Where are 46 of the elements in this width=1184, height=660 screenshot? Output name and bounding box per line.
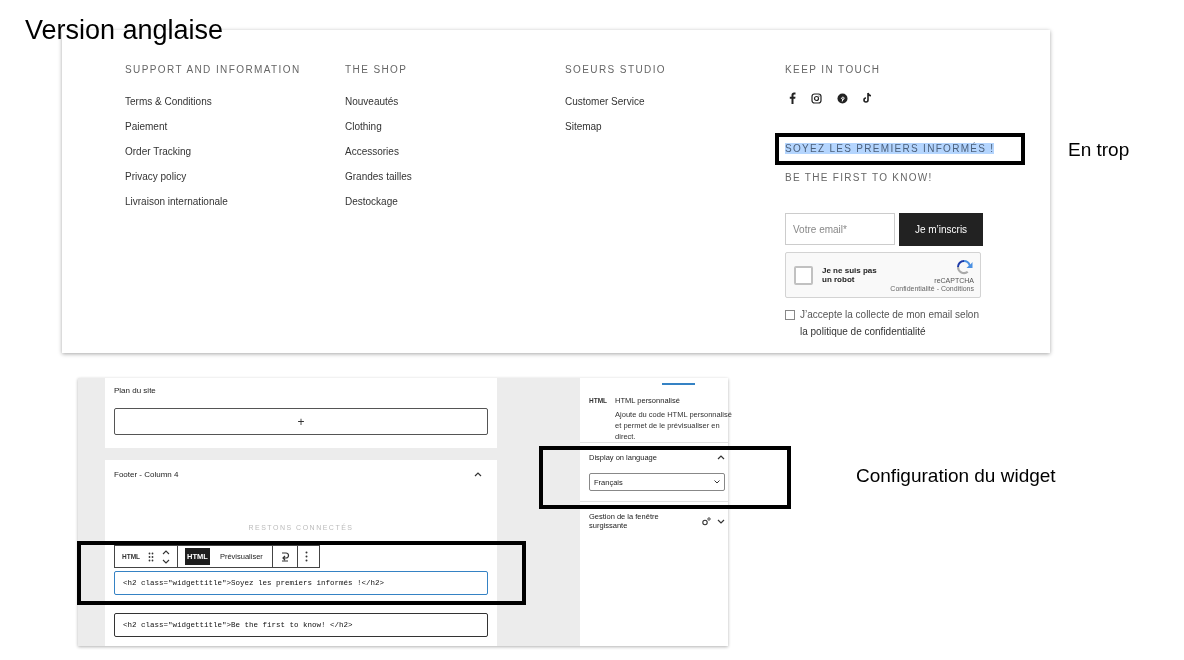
column-heading: SUPPORT AND INFORMATION (125, 64, 301, 75)
annotation-label: En trop (1068, 139, 1130, 161)
more-options-icon[interactable] (304, 551, 308, 562)
footer-link[interactable]: Paiement (125, 114, 168, 139)
footer-link[interactable]: Terms & Conditions (125, 89, 212, 114)
chevron-icon[interactable] (717, 518, 725, 524)
transform-icon[interactable] (279, 550, 290, 563)
tiktok-icon[interactable] (863, 92, 873, 104)
consent-text: J’accepte la collecte de mon email selon (800, 309, 979, 320)
captcha-label: Je ne suis pas un robot (822, 266, 878, 284)
page-title: Version anglaise (25, 14, 224, 47)
footer-link[interactable]: Nouveautés (345, 89, 399, 114)
gear-icon[interactable] (701, 516, 711, 526)
privacy-link[interactable]: la politique de confidentialité (800, 326, 926, 337)
consent-checkbox[interactable] (785, 309, 795, 320)
footer-link[interactable]: Clothing (345, 114, 382, 139)
column-heading: THE SHOP (345, 64, 408, 75)
footer-link[interactable]: Destockage (345, 189, 398, 214)
footer-link[interactable]: Order Tracking (125, 139, 192, 164)
footer-link[interactable]: Accessories (345, 139, 399, 164)
add-block-button[interactable]: + (114, 408, 488, 435)
column-heading: SOEURS STUDIO (565, 64, 666, 75)
recaptcha-logo-icon (954, 258, 974, 276)
email-field[interactable]: Votre email* (785, 213, 895, 245)
subscribe-button[interactable]: Je m’inscris (899, 213, 983, 246)
column-heading: KEEP IN TOUCH (785, 64, 881, 75)
footer-link[interactable]: Privacy policy (125, 164, 187, 189)
chevron-icon[interactable] (474, 472, 482, 477)
footer-link[interactable]: Customer Service (565, 89, 645, 114)
active-tab-indicator (662, 383, 695, 385)
move-arrows-icon[interactable] (162, 549, 171, 564)
captcha-checkbox[interactable] (794, 265, 813, 285)
instagram-icon[interactable] (811, 92, 822, 104)
caret-icon (714, 480, 720, 484)
facebook-icon[interactable] (789, 92, 796, 104)
drag-handle-icon[interactable] (148, 551, 155, 562)
newsletter-title: SOYEZ LES PREMIERS INFORMÉS ! (785, 143, 995, 154)
pinterest-icon[interactable] (837, 92, 848, 104)
card-title: Plan du site (114, 386, 157, 395)
footer-link[interactable]: Grandes tailles (345, 164, 412, 189)
newsletter-title: BE THE FIRST TO KNOW! (785, 172, 933, 183)
footer-link[interactable]: Livraison internationale (125, 189, 228, 214)
annotation-label: Configuration du widget (856, 465, 1056, 487)
chevron-icon[interactable] (717, 455, 725, 460)
footer-link[interactable]: Sitemap (565, 114, 602, 139)
card-title: Footer - Column 4 (114, 470, 179, 479)
